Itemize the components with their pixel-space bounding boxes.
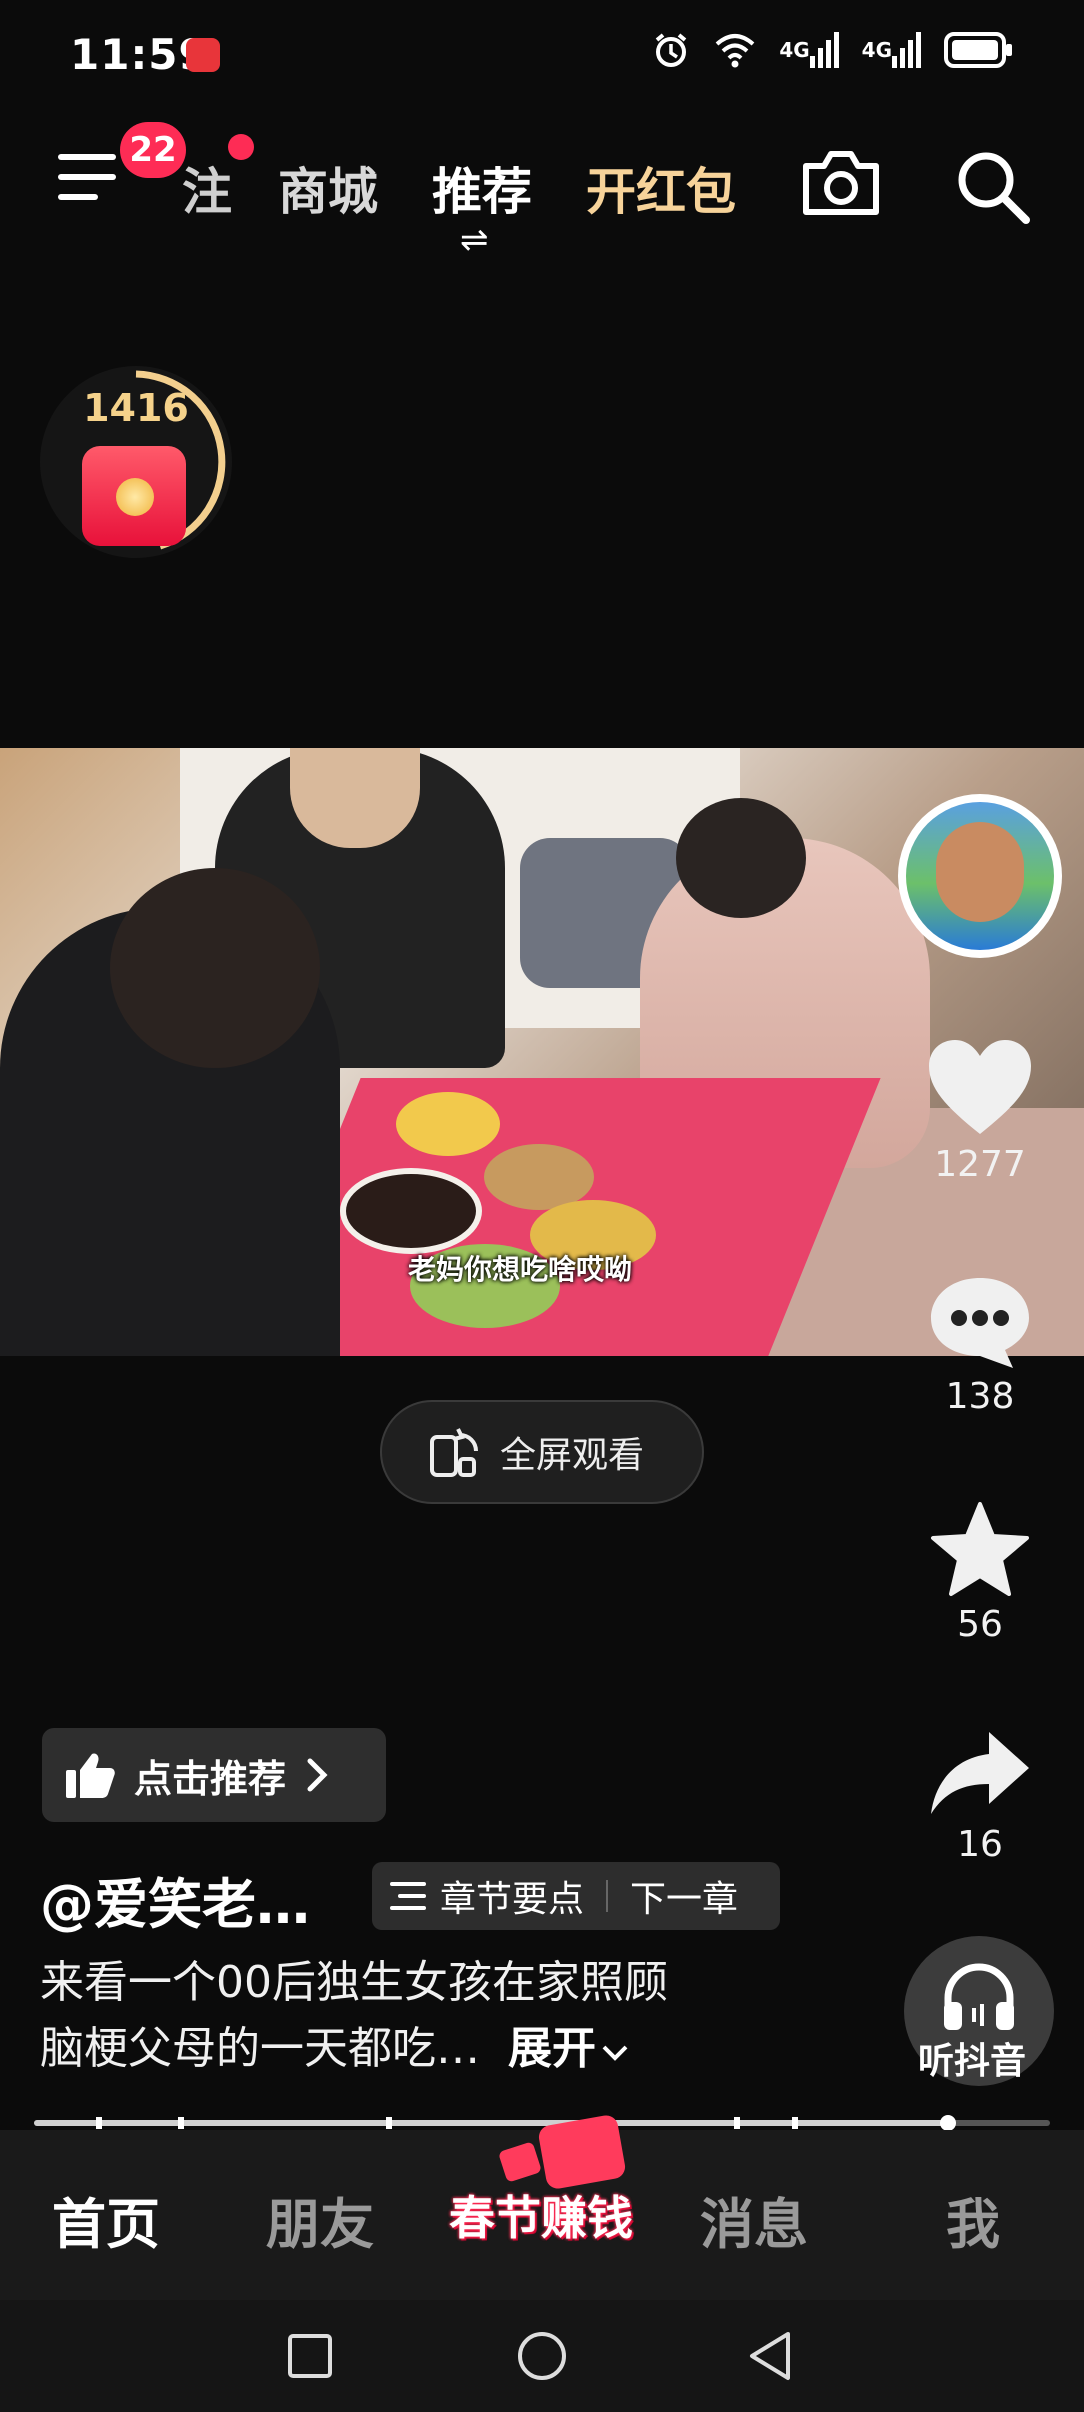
search-icon[interactable] <box>952 146 1032 226</box>
author-name[interactable]: @爱笑老… <box>40 1860 310 1939</box>
video-progress-bar[interactable] <box>34 2115 1050 2131</box>
next-chapter-button[interactable]: 下一章 <box>630 1870 738 1922</box>
home-icon[interactable] <box>516 2330 568 2382</box>
chapter-marker <box>178 2117 184 2129</box>
fullscreen-label: 全屏观看 <box>500 1435 645 1476</box>
recommend-chip[interactable]: 点击推荐 <box>42 1728 386 1822</box>
nav-friends[interactable]: 朋友 <box>266 2180 374 2259</box>
fullscreen-button[interactable]: 全屏观看 <box>380 1400 704 1504</box>
nav-messages[interactable]: 消息 <box>700 2180 808 2259</box>
comment-count: 138 <box>945 1376 1015 1417</box>
chapter-marker <box>386 2117 392 2129</box>
tab-follow[interactable]: 注 <box>182 152 232 224</box>
video-caption: 老妈你想吃啥哎呦 <box>408 1253 633 1286</box>
net-label-2: 4G <box>861 38 892 62</box>
list-icon <box>390 1882 426 1910</box>
rotate-screen-icon <box>430 1428 478 1477</box>
chapter-marker <box>734 2117 740 2129</box>
back-icon[interactable] <box>746 2330 794 2382</box>
battery-icon <box>944 32 1012 68</box>
favorite-count: 56 <box>957 1604 1003 1645</box>
recent-apps-icon[interactable] <box>286 2332 334 2380</box>
nav-center-label: 春节赚钱 <box>449 2191 633 2245</box>
thumbs-up-icon <box>66 1753 115 1798</box>
red-envelope-timer[interactable]: 1416 <box>40 366 232 558</box>
cellular-2-icon: 4G <box>862 30 922 70</box>
tab-red-envelope[interactable]: 开红包 <box>586 152 736 224</box>
app-notification-icon <box>186 38 220 72</box>
nav-me[interactable]: 我 <box>946 2180 1000 2259</box>
comment-button[interactable]: 138 <box>920 1272 1040 1417</box>
description-line-2-text: 脑梗父母的一天都吃… <box>40 2023 480 2074</box>
share-button[interactable]: 16 <box>920 1724 1040 1865</box>
chapter-chip[interactable]: 章节要点 下一章 <box>372 1862 780 1930</box>
chevron-down-icon <box>602 2045 628 2061</box>
notification-badge: 22 <box>120 122 186 178</box>
system-nav <box>0 2300 1084 2412</box>
progress-handle[interactable] <box>940 2115 957 2131</box>
author-avatar[interactable] <box>898 794 1062 958</box>
alarm-icon <box>656 33 687 67</box>
red-envelope-count: 1416 <box>83 386 189 430</box>
like-button[interactable]: 1277 <box>920 1036 1040 1185</box>
post-description[interactable]: 来看一个00后独生女孩在家照顾 脑梗父母的一天都吃… 展开 <box>40 1950 820 2082</box>
progress-fill <box>34 2120 949 2126</box>
like-count: 1277 <box>934 1144 1026 1185</box>
chevron-right-icon <box>307 1758 328 1792</box>
chapter-marker <box>96 2117 102 2129</box>
headphones-icon <box>944 1963 1014 2030</box>
swap-icon[interactable]: ⇌ <box>460 220 489 260</box>
comment-icon <box>931 1278 1029 1368</box>
recommend-label: 点击推荐 <box>134 1756 287 1801</box>
expand-button[interactable]: 展开 <box>508 2023 596 2074</box>
nav-home[interactable]: 首页 <box>52 2180 160 2259</box>
chapter-divider <box>606 1880 609 1912</box>
listen-label: 听抖音 <box>918 2041 1027 2082</box>
camera-icon[interactable] <box>800 148 882 218</box>
share-count: 16 <box>957 1824 1003 1865</box>
status-icons: 4G 4G <box>651 30 1014 70</box>
star-icon <box>931 1502 1029 1596</box>
chapter-marker <box>792 2117 798 2129</box>
share-icon <box>931 1732 1029 1814</box>
cellular-1-icon: 4G <box>779 30 839 70</box>
heart-icon <box>929 1040 1031 1134</box>
description-line-2: 脑梗父母的一天都吃… 展开 <box>40 2016 820 2082</box>
red-envelope-icon <box>537 2113 627 2191</box>
tab-mall[interactable]: 商城 <box>278 152 378 224</box>
description-line-1: 来看一个00后独生女孩在家照顾 <box>40 1957 668 2008</box>
tab-recommend[interactable]: 推荐 <box>432 152 532 224</box>
favorite-button[interactable]: 56 <box>920 1500 1040 1645</box>
red-envelope-icon <box>82 446 186 546</box>
net-label-1: 4G <box>779 38 810 62</box>
wifi-icon <box>715 34 755 68</box>
nav-spring-festival-earn[interactable]: 春节赚钱 <box>442 2113 640 2258</box>
menu-button[interactable] <box>58 150 118 206</box>
chapter-label[interactable]: 章节要点 <box>440 1870 584 1922</box>
